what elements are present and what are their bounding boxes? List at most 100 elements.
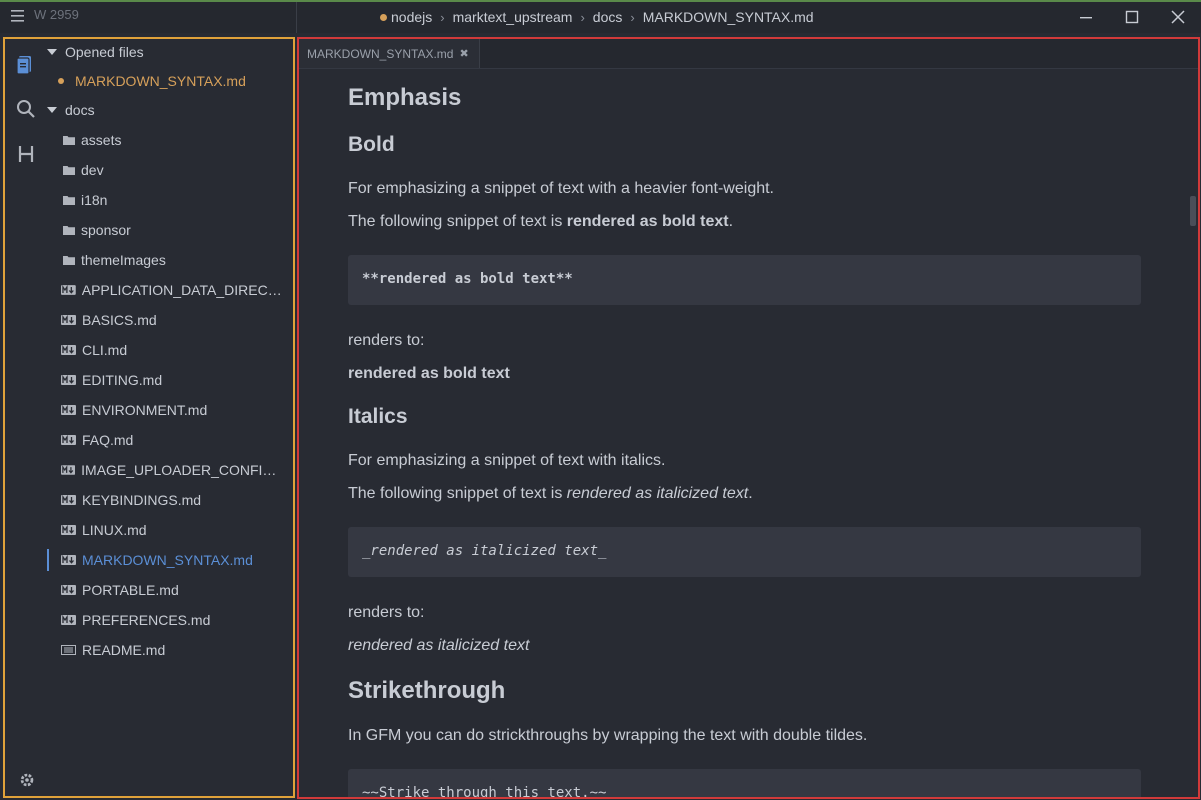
tab-label: MARKDOWN_SYNTAX.md <box>307 46 454 61</box>
breadcrumb-item: marktext_upstream <box>452 9 573 25</box>
file-item[interactable]: IMAGE_UPLOADER_CONFIGR... <box>47 455 283 485</box>
scrollbar-thumb[interactable] <box>1190 196 1196 226</box>
file-item[interactable]: APPLICATION_DATA_DIRECT... <box>47 275 283 305</box>
markdown-file-icon <box>61 405 76 415</box>
markdown-file-icon <box>61 465 76 475</box>
bold-text: rendered as bold text <box>348 365 510 382</box>
file-label: BASICS.md <box>82 312 157 328</box>
folder-label: docs <box>65 102 95 118</box>
folder-item[interactable]: assets <box>63 125 293 155</box>
heading-italics: Italics <box>348 405 408 428</box>
file-item[interactable]: MARKDOWN_SYNTAX.md <box>47 545 283 575</box>
file-item[interactable]: CLI.md <box>47 335 283 365</box>
file-label: EDITING.md <box>82 372 163 388</box>
text: The following snippet of text is <box>348 213 567 230</box>
markdown-file-icon <box>61 495 76 505</box>
tab-bar: MARKDOWN_SYNTAX.md ✖ <box>299 39 1198 69</box>
file-label: PORTABLE.md <box>82 582 179 598</box>
file-item[interactable]: KEYBINDINGS.md <box>47 485 283 515</box>
menu-icon[interactable] <box>10 8 26 24</box>
file-item[interactable]: BASICS.md <box>47 305 283 335</box>
breadcrumb-item: nodejs <box>391 9 433 25</box>
folder-label: dev <box>81 162 104 178</box>
file-label: CLI.md <box>82 342 128 358</box>
tab-markdown-syntax[interactable]: MARKDOWN_SYNTAX.md ✖ <box>299 39 480 68</box>
paragraph: In GFM you can do strickthroughs by wrap… <box>348 727 868 744</box>
folder-item[interactable]: i18n <box>63 185 293 215</box>
breadcrumb: nodejs › marktext_upstream › docs › MARK… <box>380 9 814 25</box>
italic-text: rendered as italicized text <box>348 637 530 654</box>
outline-icon[interactable] <box>15 143 37 165</box>
file-item[interactable]: ENVIRONMENT.md <box>47 395 283 425</box>
folder-item[interactable]: dev <box>63 155 293 185</box>
breadcrumb-item: MARKDOWN_SYNTAX.md <box>642 9 814 25</box>
paragraph: rendered as bold text <box>348 365 510 383</box>
file-item[interactable]: LINUX.md <box>47 515 283 545</box>
folder-item[interactable]: sponsor <box>63 215 293 245</box>
text: . <box>728 213 734 230</box>
markdown-file-icon <box>61 315 76 325</box>
heading-bold: Bold <box>348 133 395 156</box>
text: . <box>748 485 753 502</box>
folder-label: sponsor <box>81 222 131 238</box>
file-item[interactable]: EDITING.md <box>47 365 283 395</box>
file-label: PREFERENCES.md <box>82 612 211 628</box>
opened-file-item[interactable]: MARKDOWN_SYNTAX.md <box>47 66 304 96</box>
file-item[interactable]: PREFERENCES.md <box>47 605 283 635</box>
settings-icon[interactable] <box>18 771 36 789</box>
word-count[interactable]: W 2959 <box>34 7 79 22</box>
chevron-right-icon: › <box>580 9 585 25</box>
opened-file-label: MARKDOWN_SYNTAX.md <box>75 73 246 89</box>
folder-item[interactable]: themeImages <box>63 245 293 275</box>
readme-file-icon <box>61 645 76 655</box>
close-icon[interactable] <box>1168 7 1188 27</box>
bold-text: rendered as bold text <box>566 213 729 230</box>
maximize-icon[interactable] <box>1122 7 1142 27</box>
paragraph: For emphasizing a snippet of text with a… <box>348 180 774 197</box>
file-label: README.md <box>82 642 166 658</box>
paragraph: renders to: <box>348 604 425 621</box>
file-label: ENVIRONMENT.md <box>82 402 208 418</box>
folder-icon <box>63 166 75 175</box>
sidebar: Opened files MARKDOWN_SYNTAX.md docs ass… <box>3 37 295 798</box>
code-block[interactable]: _rendered as italicized text_ <box>348 527 1141 577</box>
markdown-file-icon <box>61 435 76 445</box>
unsaved-dot-icon <box>58 78 64 84</box>
file-item[interactable]: README.md <box>47 635 283 665</box>
caret-down-icon <box>47 107 57 113</box>
markdown-file-icon <box>61 375 76 385</box>
folder-icon <box>63 136 75 145</box>
title-bar-left: W 2959 <box>0 2 297 33</box>
activity-bar <box>5 39 45 799</box>
code-block[interactable]: **rendered as bold text** <box>348 255 1141 305</box>
markdown-file-icon <box>61 615 76 625</box>
paragraph: renders to: <box>348 332 425 349</box>
heading-strikethrough: Strikethrough <box>348 677 506 704</box>
minimize-icon[interactable] <box>1076 7 1096 27</box>
file-label: IMAGE_UPLOADER_CONFIGR... <box>81 462 283 478</box>
paragraph: The following snippet of text is rendere… <box>348 485 753 503</box>
file-label: LINUX.md <box>82 522 147 538</box>
file-label: APPLICATION_DATA_DIRECT... <box>81 282 283 298</box>
folder-label: i18n <box>81 192 108 208</box>
paragraph: The following snippet of text is rendere… <box>348 213 733 231</box>
editor: MARKDOWN_SYNTAX.md ✖ Emphasis Bold For e… <box>297 37 1200 799</box>
close-tab-icon[interactable]: ✖ <box>459 47 468 60</box>
file-item[interactable]: FAQ.md <box>47 425 283 455</box>
files-icon[interactable] <box>15 53 37 75</box>
folder-icon <box>63 196 75 205</box>
code-block[interactable]: ~~Strike through this text.~~ <box>348 769 1141 797</box>
paragraph: rendered as italicized text <box>348 637 529 655</box>
file-label: MARKDOWN_SYNTAX.md <box>82 552 253 568</box>
search-icon[interactable] <box>15 98 37 120</box>
markdown-file-icon <box>61 555 76 565</box>
paragraph: For emphasizing a snippet of text with i… <box>348 452 666 469</box>
file-item[interactable]: PORTABLE.md <box>47 575 283 605</box>
folder-root-docs[interactable]: docs <box>47 95 293 125</box>
title-bar: W 2959 nodejs › marktext_upstream › docs… <box>0 0 1201 33</box>
chevron-right-icon: › <box>440 9 445 25</box>
chevron-right-icon: › <box>630 9 635 25</box>
opened-files-header[interactable]: Opened files <box>47 37 293 67</box>
caret-down-icon <box>47 49 57 55</box>
folder-icon <box>63 256 75 265</box>
